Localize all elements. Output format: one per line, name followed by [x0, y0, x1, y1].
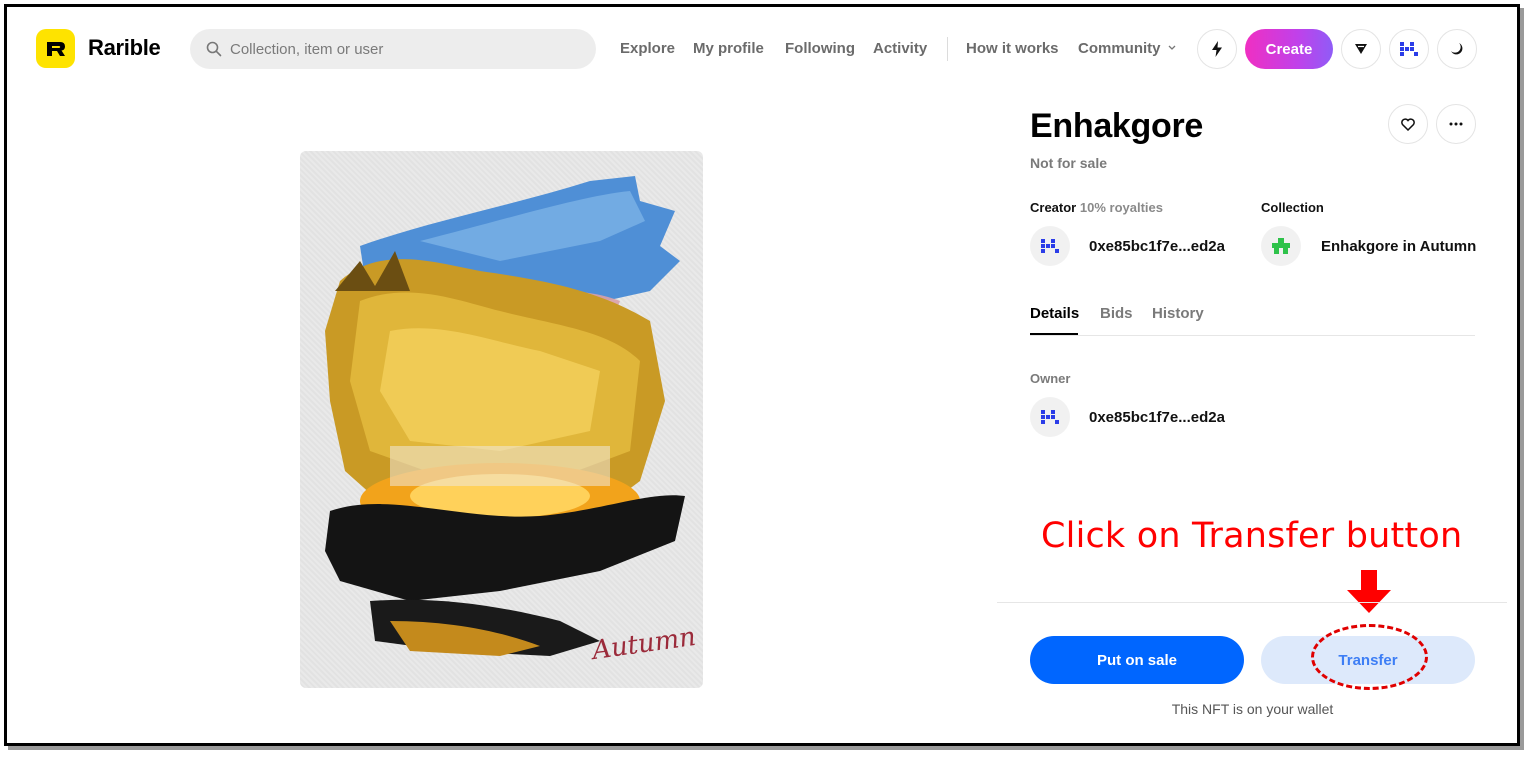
put-on-sale-button[interactable]: Put on sale — [1030, 636, 1244, 684]
nav-explore[interactable]: Explore — [620, 40, 675, 57]
royalties-text: 10% royalties — [1079, 200, 1163, 215]
owner-address[interactable]: 0xe85bc1f7e...ed2a — [1089, 409, 1225, 426]
wallet-note: This NFT is on your wallet — [1171, 701, 1334, 717]
bolt-button[interactable] — [1197, 29, 1237, 69]
rarible-logo-icon[interactable] — [36, 29, 75, 68]
active-tab-indicator — [1030, 333, 1078, 335]
item-title: Enhakgore — [1030, 107, 1204, 145]
collection-label: Collection — [1261, 200, 1324, 215]
tab-details[interactable]: Details — [1030, 305, 1079, 322]
owner-label: Owner — [1030, 371, 1071, 386]
instruction-annotation: Click on Transfer button — [1041, 516, 1463, 556]
autumn-painting-graphic — [325, 176, 685, 656]
ellipsis-icon — [1449, 122, 1463, 126]
collection-avatar[interactable] — [1261, 226, 1301, 266]
nav-separator — [947, 37, 948, 61]
tab-divider — [1030, 335, 1475, 336]
nav-activity[interactable]: Activity — [873, 40, 927, 57]
sale-status: Not for sale — [1030, 155, 1108, 171]
nft-artwork-image[interactable]: Autumn — [300, 151, 703, 688]
creator-avatar[interactable] — [1030, 226, 1070, 266]
nav-how-it-works[interactable]: How it works — [966, 40, 1059, 57]
dropdown-triangle-icon — [1355, 44, 1367, 54]
search-bar[interactable] — [190, 29, 596, 69]
like-button[interactable] — [1388, 104, 1428, 144]
create-button[interactable]: Create — [1245, 29, 1333, 69]
logo-r-glyph — [46, 41, 65, 56]
nav-community[interactable]: Community — [1078, 40, 1176, 57]
heart-icon — [1401, 117, 1415, 131]
profile-avatar-button[interactable] — [1389, 29, 1429, 69]
collection-name[interactable]: Enhakgore in Autumn — [1321, 238, 1476, 255]
more-options-button[interactable] — [1436, 104, 1476, 144]
down-arrow-icon — [1347, 570, 1391, 613]
nav-my-profile[interactable]: My profile — [693, 40, 764, 57]
moon-icon — [1451, 43, 1463, 55]
creator-avatar-icon — [1041, 239, 1059, 253]
creator-address[interactable]: 0xe85bc1f7e...ed2a — [1089, 238, 1225, 255]
theme-toggle-button[interactable] — [1437, 29, 1477, 69]
nav-community-label: Community — [1078, 40, 1161, 57]
chevron-down-icon — [1168, 45, 1176, 50]
owner-avatar[interactable] — [1030, 397, 1070, 437]
search-icon — [206, 41, 222, 57]
action-divider — [997, 602, 1507, 603]
bolt-icon — [1212, 41, 1222, 57]
tab-history[interactable]: History — [1152, 305, 1204, 322]
search-input[interactable] — [230, 40, 570, 58]
browser-frame: Rarible Explore My profile Following Act… — [4, 4, 1520, 746]
creator-label-text: Creator — [1030, 200, 1077, 215]
tab-bids[interactable]: Bids — [1100, 305, 1133, 322]
collection-icon — [1272, 238, 1290, 254]
user-avatar-icon — [1400, 42, 1418, 56]
owner-avatar-icon — [1041, 410, 1059, 424]
nav-following[interactable]: Following — [785, 40, 855, 57]
creator-label: Creator 10% royalties — [1030, 200, 1163, 215]
network-select-button[interactable] — [1341, 29, 1381, 69]
brand-name[interactable]: Rarible — [88, 35, 161, 61]
transfer-highlight-ellipse — [1311, 624, 1428, 690]
